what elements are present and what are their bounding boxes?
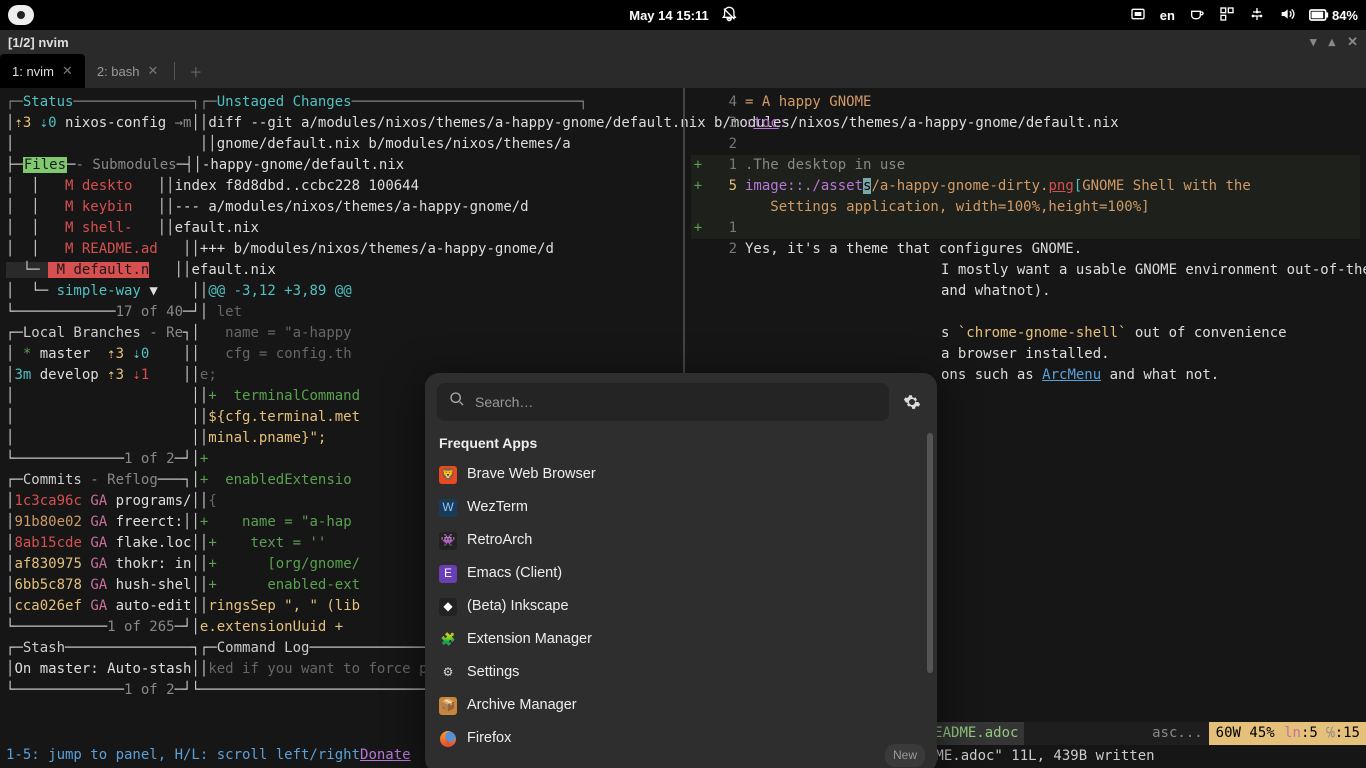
search-input[interactable]: Search…	[437, 383, 889, 421]
file-row[interactable]: │ │ M deskto ││index f8d8dbd..ccbc228 10…	[6, 176, 677, 197]
terminal-tab-bar: 1: nvim ✕ 2: bash ✕ ＋	[0, 54, 1366, 88]
close-icon[interactable]: ✕	[62, 63, 73, 79]
app-label: Firefox	[467, 728, 511, 749]
app-item[interactable]: 👾 RetroArch	[431, 524, 931, 557]
app-label: (Beta) Inkscape	[467, 596, 569, 617]
network-icon[interactable]	[1249, 6, 1265, 25]
window-minimize-icon[interactable]: ▾	[1310, 34, 1317, 50]
close-icon[interactable]: ✕	[147, 63, 158, 79]
clock[interactable]: May 14 15:11	[629, 8, 709, 23]
app-item[interactable]: W WezTerm	[431, 491, 931, 524]
editor-line[interactable]: 4= A happy GNOME	[691, 92, 1360, 113]
language-indicator[interactable]: en	[1160, 8, 1175, 23]
app-label: Brave Web Browser	[467, 464, 596, 485]
editor-line[interactable]: I mostly want a usable GNOME environment…	[691, 260, 1360, 281]
caffeine-icon[interactable]	[1189, 6, 1205, 25]
scrollbar[interactable]	[927, 433, 933, 673]
workspace-icon[interactable]	[1219, 6, 1235, 25]
editor-line[interactable]: +5image::./assets/a-happy-gnome-dirty.pn…	[691, 176, 1360, 197]
app-item[interactable]: 📦 Archive Manager	[431, 689, 931, 722]
editor-line[interactable]: 3:toc:	[691, 113, 1360, 134]
editor-line[interactable]: a browser installed.	[691, 344, 1360, 365]
file-row[interactable]: │ │ M keybin ││--- a/modules/nixos/theme…	[6, 197, 677, 218]
app-icon: 🦁	[439, 466, 457, 484]
app-icon: ⚙	[439, 664, 457, 682]
file-row[interactable]: │ │ M README.ad ││+++ b/modules/nixos/th…	[6, 239, 677, 260]
new-badge: New	[885, 744, 925, 767]
app-label: Archive Manager	[467, 695, 577, 716]
window-close-icon[interactable]: ✕	[1347, 34, 1358, 50]
app-label: WezTerm	[467, 497, 528, 518]
editor-line[interactable]: 2Yes, it's a theme that configures GNOME…	[691, 239, 1360, 260]
file-row[interactable]: └─ M default.n ││efault.nix	[6, 260, 677, 281]
app-label: Emacs (Client)	[467, 563, 562, 584]
app-item[interactable]: 🦁 Brave Web Browser	[431, 458, 931, 491]
new-tab-button[interactable]: ＋	[179, 54, 212, 88]
section-header: Frequent Apps	[425, 429, 937, 456]
app-icon: ◆	[439, 598, 457, 616]
app-item[interactable]: E Emacs (Client)	[431, 557, 931, 590]
app-label: Settings	[467, 662, 519, 683]
editor-line[interactable]	[691, 302, 1360, 323]
window-title: [1/2] nvim	[8, 35, 69, 50]
app-icon: 👾	[439, 532, 457, 550]
volume-icon[interactable]	[1279, 6, 1295, 25]
activities-pill[interactable]	[8, 5, 34, 25]
settings-button[interactable]	[899, 389, 925, 415]
window-titlebar[interactable]: [1/2] nvim ▾ ▴ ✕	[0, 30, 1366, 54]
app-item[interactable]: Firefox	[431, 722, 931, 755]
editor-line[interactable]: and whatnot).	[691, 281, 1360, 302]
screenshot-icon[interactable]	[1130, 6, 1146, 25]
app-icon: 🧩	[439, 631, 457, 649]
editor-line[interactable]: Settings application, width=100%,height=…	[691, 197, 1360, 218]
file-row[interactable]: │ │ M shell- ││efault.nix	[6, 218, 677, 239]
tab-nvim[interactable]: 1: nvim ✕	[0, 54, 85, 88]
app-label: RetroArch	[467, 530, 532, 551]
editor-line[interactable]: +1.The desktop in use	[691, 155, 1360, 176]
hint-text: 1-5: jump to panel, H/L: scroll left/rig…	[6, 747, 360, 763]
app-label: Extension Manager	[467, 629, 592, 650]
app-item[interactable]: 🧩 Extension Manager	[431, 623, 931, 656]
app-item[interactable]: ⚙ Settings	[431, 656, 931, 689]
dnd-icon[interactable]	[721, 6, 737, 25]
battery-icon[interactable]: 84%	[1309, 8, 1358, 23]
editor-line[interactable]: 2	[691, 134, 1360, 155]
editor-line[interactable]: +1	[691, 218, 1360, 239]
editor-line[interactable]: s `chrome-gnome-shell` out of convenienc…	[691, 323, 1360, 344]
app-icon: E	[439, 565, 457, 583]
tab-bash[interactable]: 2: bash ✕	[85, 54, 171, 88]
arcmenu-search-overlay: Search… Frequent Apps 🦁 Brave Web Browser…	[425, 373, 937, 768]
donate-link[interactable]: Donate	[360, 747, 411, 763]
window-maximize-icon[interactable]: ▴	[1329, 34, 1336, 50]
search-icon	[449, 391, 465, 413]
app-icon	[439, 730, 457, 748]
app-item[interactable]: ◆ (Beta) Inkscape	[431, 590, 931, 623]
app-icon: 📦	[439, 697, 457, 715]
gnome-top-bar: May 14 15:11 en 84%	[0, 0, 1366, 30]
app-icon: W	[439, 499, 457, 517]
